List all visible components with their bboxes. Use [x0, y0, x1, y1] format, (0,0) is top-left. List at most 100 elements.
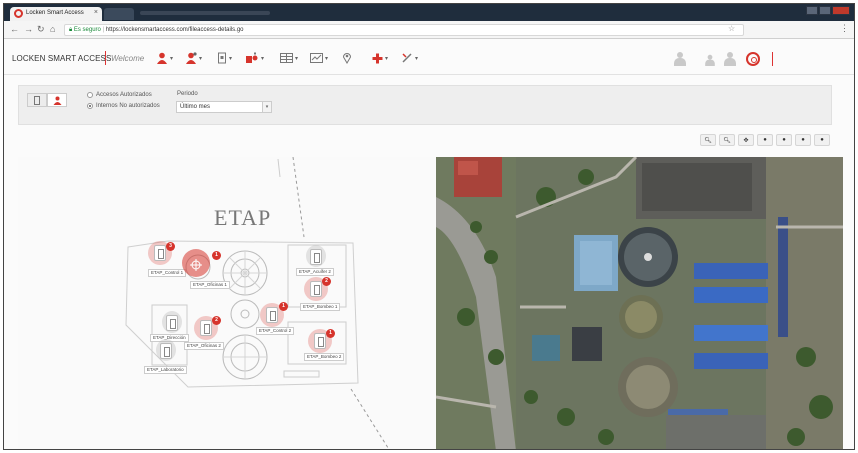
reports-menu[interactable]: ▾ — [310, 51, 328, 65]
keys-menu[interactable]: ▾ — [245, 51, 264, 65]
floor-plan[interactable]: ETAP 3 ETAP_Control 1 1 ETAP_Oficinas 1 … — [18, 157, 436, 449]
plus-icon — [372, 53, 383, 63]
radio-internos-no-autorizados[interactable]: Internos No autorizados — [87, 103, 160, 109]
control-button-6[interactable]: ● — [795, 134, 811, 146]
tab-title: Locken Smart Access — [26, 10, 84, 16]
user-red-icon — [53, 96, 61, 105]
control-button-4[interactable]: ● — [757, 134, 773, 146]
aerial-map[interactable] — [436, 157, 843, 449]
toggle-user-view[interactable] — [47, 93, 67, 107]
marker-label: ETAP_Laboratorio — [144, 366, 187, 374]
periodo-label: Periodo — [177, 91, 198, 97]
view-toggle — [27, 93, 67, 107]
zoom-in-button[interactable]: 🔍︎ — [700, 134, 716, 146]
door-icon — [154, 245, 166, 261]
user-avatar-medium[interactable] — [724, 52, 736, 66]
door-icon — [314, 333, 326, 349]
marker-label: ETAP_Oficinas 2 — [184, 342, 224, 350]
zoom-out-button[interactable]: 🔍︎ — [719, 134, 735, 146]
alert-count-badge: 2 — [212, 316, 221, 325]
tools-menu[interactable]: ▾ — [401, 51, 418, 65]
url-text: https://lockensmartaccess.com/fileaccess… — [105, 27, 244, 33]
door-icon — [266, 307, 278, 323]
alert-count-badge: 3 — [166, 242, 175, 251]
lock-device-icon — [34, 95, 40, 105]
secure-label: Es seguro — [73, 27, 101, 33]
door-icon — [166, 315, 178, 331]
app-header: LOCKEN SMART ACCESS Welcome ▾ ▾ ▾ ▾ ▾ ▾ — [4, 39, 854, 75]
chevron-down-icon: ▾ — [262, 102, 271, 112]
lock-device-icon — [218, 52, 226, 64]
brand-divider — [105, 51, 106, 65]
marker-label: ETAP_Bombeo 1 — [300, 303, 341, 311]
toggle-lock-view[interactable] — [27, 93, 47, 107]
blurred-tabs — [140, 11, 270, 15]
door-icon — [200, 320, 212, 336]
users-menu[interactable]: ▾ — [156, 51, 173, 65]
locks-menu[interactable]: ▾ — [217, 51, 232, 65]
radio-label: Internos No autorizados — [96, 103, 160, 109]
maximize-icon[interactable] — [819, 6, 831, 15]
table-icon — [280, 53, 293, 63]
close-window-icon[interactable] — [832, 6, 850, 15]
alert-count-badge: 1 — [326, 329, 335, 338]
new-tab-button[interactable] — [104, 8, 134, 20]
marker-label: ETAP_Control 2 — [256, 327, 295, 335]
alert-count-badge: 2 — [322, 277, 331, 286]
control-button-5[interactable]: ● — [776, 134, 792, 146]
map-controls: 🔍︎ 🔍︎ ✥ ● ● ● ● — [700, 134, 830, 146]
minimize-icon[interactable] — [806, 6, 818, 15]
control-button-7[interactable]: ● — [814, 134, 830, 146]
back-icon[interactable]: ← — [10, 24, 19, 34]
user-red-icon — [157, 52, 167, 64]
report-chart-icon — [310, 53, 323, 63]
periodo-value: Último mes — [180, 104, 211, 110]
user-avatar-small[interactable] — [705, 54, 715, 66]
aerial-imagery — [436, 157, 843, 449]
user-avatar-large[interactable] — [674, 52, 686, 66]
marker-label: ETAP_Control 1 — [148, 269, 187, 277]
app-root: LOCKEN SMART ACCESS Welcome ▾ ▾ ▾ ▾ ▾ ▾ — [4, 39, 854, 449]
locken-logo-icon — [14, 9, 23, 18]
location-pin-icon — [342, 53, 352, 64]
edit-tools-icon — [402, 53, 412, 63]
bookmark-star-icon[interactable]: ☆ — [728, 24, 735, 33]
forward-icon[interactable]: → — [24, 24, 33, 34]
filter-panel: Accesos Autorizados Internos No autoriza… — [18, 85, 832, 125]
grid-menu[interactable]: ▾ — [280, 51, 298, 65]
pan-button[interactable]: ✥ — [738, 134, 754, 146]
browser-tabbar: Locken Smart Access × — [4, 4, 854, 21]
user-alert-icon — [186, 52, 197, 64]
key-user-icon — [246, 52, 258, 63]
brand-title: LOCKEN SMART ACCESS — [12, 54, 112, 63]
radio-dot-selected[interactable] — [87, 103, 93, 109]
browser-tab[interactable]: Locken Smart Access × — [10, 7, 102, 21]
users-alert-menu[interactable]: ▾ — [185, 51, 202, 65]
window-controls — [806, 6, 850, 15]
map-pin-button[interactable] — [342, 51, 352, 65]
browser-window: Locken Smart Access × ← → ↻ ⌂ 🔒︎ Es segu… — [3, 3, 855, 450]
periodo-select[interactable]: Último mes ▾ — [176, 101, 272, 113]
header-divider — [772, 52, 773, 66]
door-icon — [310, 249, 322, 265]
address-bar: ← → ↻ ⌂ 🔒︎ Es seguro | https://lockensma… — [4, 21, 854, 39]
tab-close-icon[interactable]: × — [94, 9, 98, 16]
plan-title: ETAP — [214, 205, 272, 230]
radio-label: Accesos Autorizados — [96, 92, 152, 98]
floor-plan-drawing — [125, 157, 390, 449]
alert-count-badge: 1 — [212, 251, 221, 260]
door-icon — [160, 343, 172, 359]
marker-label: ETAP_Oficinas 1 — [190, 281, 230, 289]
crosshair-icon — [190, 259, 202, 271]
locken-logo-icon[interactable] — [746, 52, 760, 66]
door-icon — [310, 281, 322, 297]
reload-icon[interactable]: ↻ — [37, 24, 45, 35]
add-menu[interactable]: ▾ — [372, 51, 388, 65]
radio-dot[interactable] — [87, 92, 93, 98]
radio-accesos-autorizados[interactable]: Accesos Autorizados — [87, 92, 152, 98]
url-input[interactable]: 🔒︎ Es seguro | https://lockensmartaccess… — [64, 24, 744, 36]
marker-label: ETAP_Bombeo 2 — [304, 353, 345, 361]
browser-menu-icon[interactable]: ⋮ — [840, 23, 849, 34]
welcome-text: Welcome — [111, 54, 145, 63]
home-icon[interactable]: ⌂ — [50, 24, 55, 34]
